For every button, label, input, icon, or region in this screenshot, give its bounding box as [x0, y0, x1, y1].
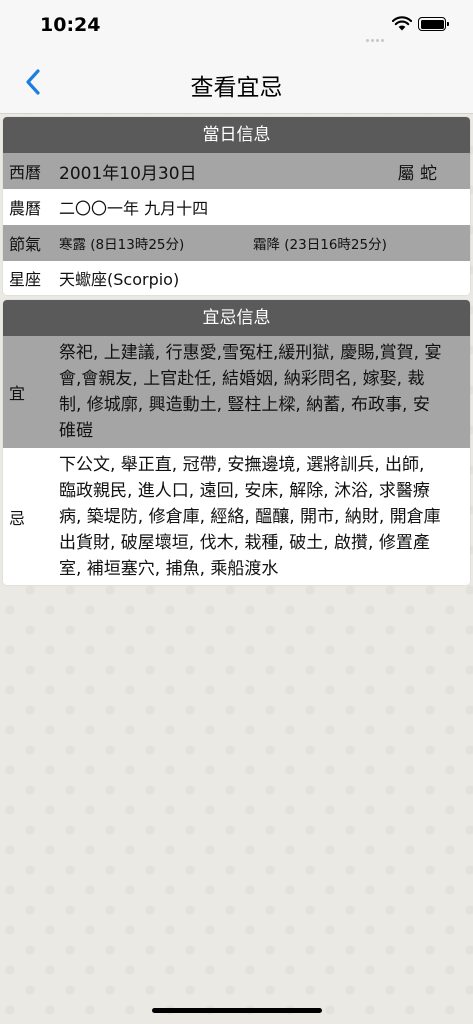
western-date: 2001年10月30日 — [59, 163, 197, 184]
signal-dots-icon — [366, 27, 386, 46]
ji-text: 下公文, 舉正直, 冠帶, 安撫邊境, 選將訓兵, 出師, 臨政親民, 進人口,… — [59, 448, 470, 586]
ji-label: 忌 — [9, 508, 26, 528]
zodiac-animal: 屬 蛇 — [397, 163, 437, 184]
yi-label: 宜 — [9, 384, 26, 403]
status-time: 10:24 — [40, 14, 101, 36]
ji-line: 病, 築堤防, 修倉庫, 經絡, 醞釀, 開市, 納財, 開倉庫 — [59, 506, 441, 527]
nav-bar: 查看宜忌 — [0, 52, 473, 114]
solar-term-1: 寒露 (8日13時25分) — [59, 237, 185, 253]
yi-line: 制, 修城廓, 興造動土, 豎柱上樑, 納蓄, 布政事, 安 — [59, 395, 430, 415]
constellation-row: 星座 天蠍座(Scorpio) — [3, 261, 470, 295]
yiji-card: 宜忌信息 宜 祭祀, 上建議, 行惠愛,雪冤枉,緩刑獄, 慶賜,賞賀, 宴 會,… — [3, 300, 470, 585]
home-indicator[interactable] — [152, 1008, 322, 1013]
day-info-header: 當日信息 — [3, 117, 470, 153]
solar-term-row: 節氣 寒露 (8日13時25分) 霜降 (23日16時25分) — [3, 225, 470, 261]
lunar-date-row: 農曆 二〇〇一年 九月十四 — [3, 189, 470, 225]
ji-line: 室, 補垣塞穴, 捕魚, 乘船渡水 — [59, 558, 279, 579]
constellation-value: 天蠍座(Scorpio) — [59, 270, 180, 289]
day-info-card: 當日信息 西曆 2001年10月30日 屬 蛇 農曆 二〇〇一年 九月十四 節氣… — [3, 117, 470, 295]
solar-term-2: 霜降 (23日16時25分) — [253, 237, 387, 253]
western-label: 西曆 — [9, 163, 42, 182]
ji-line: 下公文, 舉正直, 冠帶, 安撫邊境, 選將訓兵, 出師, — [59, 454, 425, 475]
ji-line: 臨政親民, 進人口, 遠回, 安床, 解除, 沐浴, 求醫療 — [59, 480, 430, 501]
battery-icon — [418, 17, 449, 31]
yi-line: 碓磑 — [59, 421, 93, 441]
page-title: 查看宜忌 — [190, 75, 283, 101]
constellation-label: 星座 — [9, 270, 42, 289]
ji-row: 忌 下公文, 舉正直, 冠帶, 安撫邊境, 選將訓兵, 出師, 臨政親民, 進人… — [3, 448, 470, 585]
yi-row: 宜 祭祀, 上建議, 行惠愛,雪冤枉,緩刑獄, 慶賜,賞賀, 宴 會,會親友, … — [3, 336, 470, 448]
lunar-label: 農曆 — [9, 199, 42, 218]
yiji-header: 宜忌信息 — [3, 300, 470, 336]
lunar-date: 二〇〇一年 九月十四 — [59, 199, 209, 218]
ji-line: 出貨財, 破屋壞垣, 伐木, 栽種, 破土, 啟攢, 修置產 — [59, 532, 430, 553]
western-date-row: 西曆 2001年10月30日 屬 蛇 — [3, 153, 470, 189]
yi-line: 祭祀, 上建議, 行惠愛,雪冤枉,緩刑獄, 慶賜,賞賀, 宴 — [59, 343, 442, 363]
yi-line: 會,會親友, 上官赴任, 結婚姻, 納彩問名, 嫁娶, 裁 — [59, 369, 425, 389]
yi-text: 祭祀, 上建議, 行惠愛,雪冤枉,緩刑獄, 慶賜,賞賀, 宴 會,會親友, 上官… — [59, 336, 470, 448]
wifi-icon — [391, 16, 413, 35]
status-bar: 10:24 — [0, 0, 473, 52]
solar-term-label: 節氣 — [9, 235, 42, 254]
